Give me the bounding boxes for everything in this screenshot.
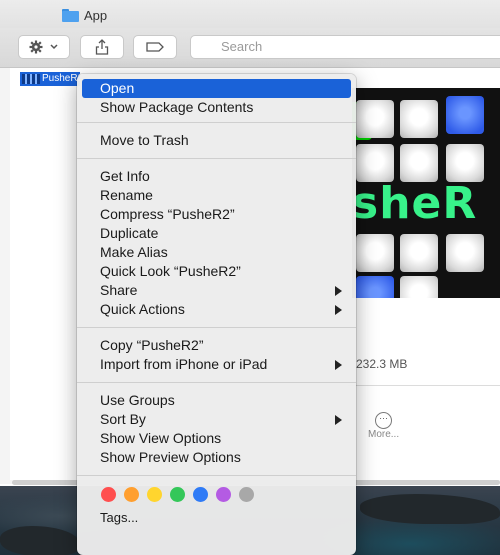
menu-item-import-from-iphone[interactable]: Import from iPhone or iPad bbox=[77, 355, 356, 374]
menu-item-get-info[interactable]: Get Info bbox=[77, 167, 356, 186]
more-icon: ··· bbox=[375, 412, 393, 429]
menu-item-label: Copy “PusheR2” bbox=[100, 337, 204, 353]
tag-color-dot[interactable] bbox=[216, 486, 231, 502]
tag-icon bbox=[146, 42, 164, 52]
menu-item-label: Rename bbox=[100, 187, 153, 203]
menu-item-label: Import from iPhone or iPad bbox=[100, 356, 268, 372]
menu-item-use-groups[interactable]: Use Groups bbox=[77, 391, 356, 410]
submenu-arrow-icon bbox=[335, 360, 342, 370]
pad bbox=[356, 276, 394, 298]
gear-icon bbox=[29, 40, 43, 54]
toolbar: Search bbox=[0, 28, 500, 68]
menu-item-label: Duplicate bbox=[100, 225, 159, 241]
preview-thumbnail: sheR bbox=[352, 88, 500, 298]
menu-item-label: Quick Look “PusheR2” bbox=[100, 263, 241, 279]
app-grid-icon bbox=[22, 74, 40, 84]
submenu-arrow-icon bbox=[335, 286, 342, 296]
more-label: More... bbox=[368, 429, 400, 440]
pad bbox=[400, 234, 438, 272]
pad bbox=[356, 100, 394, 138]
menu-item-duplicate[interactable]: Duplicate bbox=[77, 224, 356, 243]
menu-item-label: Sort By bbox=[100, 411, 146, 427]
pad bbox=[400, 100, 438, 138]
menu-separator bbox=[77, 475, 356, 476]
menu-item-label: Tags... bbox=[100, 510, 139, 525]
tag-color-dot[interactable] bbox=[170, 486, 185, 502]
pad bbox=[400, 144, 438, 182]
menu-item-label: Get Info bbox=[100, 168, 150, 184]
tag-color-row bbox=[77, 481, 356, 507]
menu-item-show-view-options[interactable]: Show View Options bbox=[77, 429, 356, 448]
context-menu: Open Show Package Contents Move to Trash… bbox=[77, 74, 356, 555]
tag-color-dot[interactable] bbox=[124, 486, 139, 502]
menu-separator bbox=[77, 122, 356, 123]
menu-item-show-preview-options[interactable]: Show Preview Options bbox=[77, 448, 356, 467]
share-button[interactable] bbox=[80, 35, 124, 59]
menu-item-tags[interactable]: Tags... bbox=[77, 507, 356, 529]
tag-color-dot[interactable] bbox=[147, 486, 162, 502]
search-input[interactable]: Search bbox=[190, 35, 500, 59]
pad bbox=[400, 276, 438, 298]
tag-color-dot[interactable] bbox=[193, 486, 208, 502]
pad bbox=[356, 234, 394, 272]
menu-item-label: Show Package Contents bbox=[100, 99, 254, 115]
pad bbox=[446, 234, 484, 272]
selected-file[interactable]: PusheR2 bbox=[20, 72, 83, 86]
menu-item-open[interactable]: Open bbox=[82, 79, 351, 98]
menu-item-label: Make Alias bbox=[100, 244, 168, 260]
menu-separator bbox=[77, 327, 356, 328]
menu-item-make-alias[interactable]: Make Alias bbox=[77, 243, 356, 262]
menu-item-label: Move to Trash bbox=[100, 132, 189, 148]
wallpaper-rock bbox=[0, 526, 80, 555]
menu-item-copy[interactable]: Copy “PusheR2” bbox=[77, 336, 356, 355]
pad bbox=[446, 96, 484, 134]
share-icon bbox=[95, 39, 109, 55]
preview-logo: sheR bbox=[352, 178, 478, 229]
chevron-down-icon bbox=[50, 44, 58, 50]
wallpaper-rock bbox=[360, 494, 500, 524]
menu-item-label: Share bbox=[100, 282, 138, 298]
menu-item-compress[interactable]: Compress “PusheR2” bbox=[77, 205, 356, 224]
pad bbox=[446, 144, 484, 182]
menu-item-label: Show Preview Options bbox=[100, 449, 241, 465]
divider bbox=[348, 385, 500, 386]
menu-item-label: Quick Actions bbox=[100, 301, 185, 317]
menu-item-sort-by[interactable]: Sort By bbox=[77, 410, 356, 429]
tag-color-dot[interactable] bbox=[101, 486, 116, 502]
title-bar: App bbox=[0, 0, 500, 28]
menu-separator bbox=[77, 158, 356, 159]
action-menu-button[interactable] bbox=[18, 35, 70, 59]
folder-icon bbox=[62, 8, 79, 22]
menu-item-label: Open bbox=[100, 80, 135, 96]
menu-item-quick-look[interactable]: Quick Look “PusheR2” bbox=[77, 262, 356, 281]
menu-item-quick-actions[interactable]: Quick Actions bbox=[77, 300, 356, 319]
menu-item-rename[interactable]: Rename bbox=[77, 186, 356, 205]
menu-item-label: Compress “PusheR2” bbox=[100, 206, 235, 222]
menu-separator bbox=[77, 382, 356, 383]
menu-item-label: Show View Options bbox=[100, 430, 222, 446]
submenu-arrow-icon bbox=[335, 415, 342, 425]
window-title-text: App bbox=[84, 7, 108, 23]
more-button[interactable]: ··· More... bbox=[368, 412, 399, 440]
tag-color-dot[interactable] bbox=[239, 486, 254, 502]
menu-item-show-package-contents[interactable]: Show Package Contents bbox=[77, 98, 356, 117]
file-size: 232.3 MB bbox=[356, 357, 408, 371]
tag-button[interactable] bbox=[133, 35, 177, 59]
menu-item-move-to-trash[interactable]: Move to Trash bbox=[77, 131, 356, 150]
pad bbox=[356, 144, 394, 182]
window-title: App bbox=[62, 7, 107, 23]
submenu-arrow-icon bbox=[335, 305, 342, 315]
menu-item-share[interactable]: Share bbox=[77, 281, 356, 300]
menu-item-label: Use Groups bbox=[100, 392, 175, 408]
